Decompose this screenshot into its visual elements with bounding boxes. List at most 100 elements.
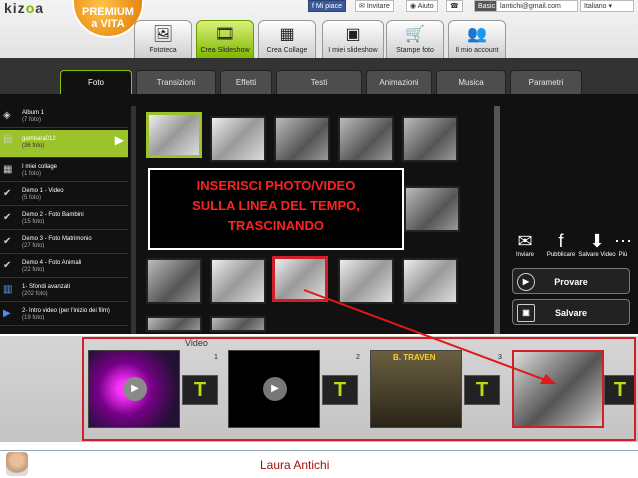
fb-label: Mi piace	[315, 3, 342, 10]
album-name: gambara012	[22, 136, 56, 142]
save-disk-icon: ▣	[517, 304, 535, 322]
photo-icon: 🖼	[152, 26, 174, 43]
logo-text-end: a	[35, 0, 45, 16]
album-count: (15 foto)	[22, 219, 45, 225]
mail-icon: ✉	[359, 3, 367, 10]
album-item[interactable]: ✔ Demo 4 - Foto Animali (22 foto)	[0, 256, 128, 278]
demo-check-icon: ✔	[3, 260, 12, 271]
photo-thumbnail[interactable]	[146, 316, 202, 332]
photo-thumbnail[interactable]	[338, 116, 394, 162]
tab-miei-slideshow[interactable]: ▣ I miei slideshow	[322, 20, 384, 58]
photo-thumbnail[interactable]	[146, 258, 202, 304]
tab-label: Il mio account	[455, 47, 499, 54]
album-count: (5 foto)	[22, 195, 42, 201]
album-count: (36 foto)	[22, 143, 45, 149]
demo-check-icon: ✔	[3, 212, 12, 223]
subtab-testi[interactable]: Testi	[276, 70, 362, 94]
users-icon: 👥	[467, 26, 487, 43]
tab-label: Crea Slideshow	[200, 47, 250, 54]
album-item[interactable]: ✔ Demo 2 - Foto Bambini (15 foto)	[0, 208, 128, 230]
album-scrollbar[interactable]	[131, 106, 136, 334]
play-icon: ▶	[517, 273, 535, 291]
photo-thumbnail-dragged[interactable]	[272, 256, 328, 302]
subtab-animazioni[interactable]: Animazioni	[366, 70, 432, 94]
photo-thumbnail[interactable]	[402, 258, 458, 304]
tab-label: I miei slideshow	[328, 47, 378, 54]
album-list: ◈ Album 1 (7 foto) ▤ gambara012 (36 foto) ▶ ▦…	[0, 106, 132, 334]
album-name: Demo 3 - Foto Matrimonio	[22, 236, 92, 242]
premium-line1: PREMIUM	[82, 6, 134, 18]
instruction-overlay: INSERISCI PHOTO/VIDEO SULLA LINEA DEL TE…	[148, 168, 404, 250]
phone-link[interactable]: ☎	[446, 0, 463, 12]
album-name: 1- Sfondi avanzati	[22, 284, 71, 290]
facebook-like-button[interactable]: f Mi piace	[308, 0, 346, 12]
timeline-highlight-frame	[82, 337, 636, 441]
demo-check-icon: ✔	[3, 188, 12, 199]
photo-thumbnail[interactable]	[274, 116, 330, 162]
try-button[interactable]: ▶ Provare	[512, 268, 630, 294]
album-item[interactable]: ▶ 2- Intro video (per l'inizio dei film)(…	[0, 304, 128, 326]
photo-grid-scrollbar[interactable]	[494, 106, 500, 334]
help-link[interactable]: ◉ Aiuto	[406, 0, 438, 12]
album-name: Demo 4 - Foto Animali	[22, 260, 82, 266]
kizoa-logo[interactable]: kizoa	[4, 0, 44, 16]
album-count: (27 foto)	[22, 243, 45, 249]
album-name: Demo 1 - Video	[22, 188, 64, 194]
album-item[interactable]: ▥ 1- Sfondi avanzati (202 foto)	[0, 280, 128, 302]
try-label: Provare	[554, 277, 588, 287]
photo-thumbnail[interactable]	[210, 116, 266, 162]
logo-text: kiz	[4, 0, 26, 16]
invite-link[interactable]: ✉ Invitare	[355, 0, 394, 12]
language-select[interactable]: Italiano ▾	[580, 0, 634, 12]
more-dots-icon: ⋯	[614, 231, 632, 251]
tab-crea-collage[interactable]: ▦ Crea Collage	[258, 20, 316, 58]
photo-thumbnail[interactable]	[404, 186, 460, 232]
subtab-effetti[interactable]: Effetti	[220, 70, 272, 94]
instruction-line: INSERISCI PHOTO/VIDEO	[196, 178, 356, 193]
photo-thumbnail[interactable]	[402, 116, 458, 162]
email-icon: ✉	[517, 231, 533, 251]
author-name: Laura Antichi	[260, 458, 330, 472]
help-icon: ◉	[410, 3, 418, 10]
logo-text-accent: o	[25, 0, 36, 16]
tab-mio-account[interactable]: 👥 Il mio account	[448, 20, 506, 58]
album-item[interactable]: ✔ Demo 1 - Video (5 foto)	[0, 184, 128, 206]
album-folder-icon: ▤	[3, 134, 13, 145]
subtab-parametri[interactable]: Parametri	[510, 70, 582, 94]
slideshow-icon: 🎞	[214, 26, 236, 43]
album-name: Demo 2 - Foto Bambini	[22, 212, 84, 218]
tab-crea-slideshow[interactable]: 🎞 Crea Slideshow	[196, 20, 254, 58]
album-item[interactable]: ◈ Album 1 (7 foto)	[0, 106, 128, 128]
more-action[interactable]: ⋯ Più	[610, 230, 636, 258]
photo-thumbnail[interactable]	[338, 258, 394, 304]
user-email[interactable]: lantichi@gmail.com	[496, 0, 578, 12]
photo-thumbnail[interactable]	[210, 316, 266, 332]
tab-stampe-foto[interactable]: 🛒 Stampe foto	[386, 20, 444, 58]
album-item[interactable]: ▦ I miei collage (1 foto)	[0, 160, 128, 182]
subtab-musica[interactable]: Musica	[436, 70, 506, 94]
tab-fototeca[interactable]: 🖼 Fototeca	[134, 20, 192, 58]
invite-action[interactable]: ✉ Inviare	[506, 230, 544, 258]
language-value: Italiano	[584, 3, 607, 10]
phone-icon: ☎	[450, 3, 459, 10]
album-item[interactable]: ✔ Demo 3 - Foto Matrimonio (27 foto)	[0, 232, 128, 254]
tab-label: Fototeca	[149, 47, 177, 54]
video-intro-icon: ▶	[3, 308, 11, 319]
chevron-down-icon: ▾	[606, 3, 613, 10]
subtab-transizioni[interactable]: Transizioni	[136, 70, 216, 94]
collage-icon: ▦	[279, 26, 295, 43]
save-label: Salvare	[554, 308, 588, 318]
album-item-selected[interactable]: ▤ gambara012 (36 foto) ▶	[0, 130, 128, 158]
album-count: (202 foto)	[22, 291, 48, 297]
invite-action-label: Inviare	[515, 252, 534, 258]
more-label: Più	[618, 252, 628, 258]
save-button[interactable]: ▣ Salvare	[512, 299, 630, 325]
premium-line2: a VITA	[91, 18, 125, 30]
photo-thumbnail-selected[interactable]	[146, 112, 202, 158]
photo-thumbnail[interactable]	[210, 258, 266, 304]
album-name: 2- Intro video (per l'inizio dei film)	[22, 308, 110, 314]
subtab-foto[interactable]: Foto	[60, 70, 132, 94]
film-icon: ▣	[345, 26, 361, 43]
tab-label: Crea Collage	[266, 47, 308, 54]
publish-action[interactable]: f Pubblicare	[542, 230, 580, 258]
